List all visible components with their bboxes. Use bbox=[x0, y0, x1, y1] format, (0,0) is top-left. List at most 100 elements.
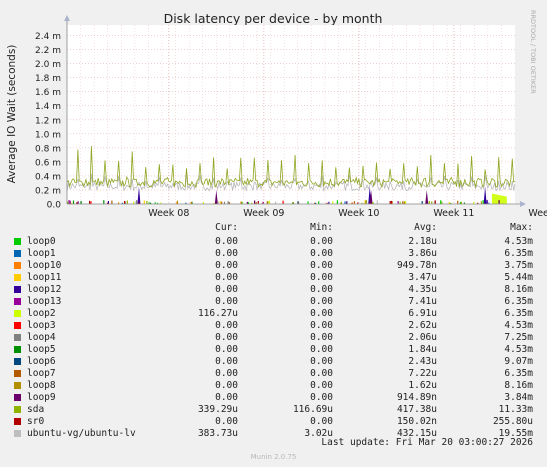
legend-swatch bbox=[14, 238, 21, 245]
baseline-mark bbox=[421, 201, 423, 204]
legend-avg: 150.02n bbox=[396, 416, 437, 427]
legend-label: loop7 bbox=[27, 368, 56, 379]
legend-row: loop11 0.00 0.00 3.47u 5.44m bbox=[0, 272, 547, 284]
legend-row: loop9 0.00 0.00 914.89n 3.84m bbox=[0, 392, 547, 404]
legend-swatch bbox=[14, 406, 21, 413]
legend-cur: 0.00 bbox=[215, 356, 238, 367]
legend-min: 0.00 bbox=[310, 248, 333, 259]
baseline-mark bbox=[389, 201, 391, 204]
legend-max: 4.53m bbox=[504, 344, 533, 355]
legend-min: 0.00 bbox=[310, 284, 333, 295]
legend-cur: 383.73u bbox=[197, 428, 238, 439]
baseline-mark bbox=[457, 200, 459, 204]
legend-min: 0.00 bbox=[310, 308, 333, 319]
legend-cur: 0.00 bbox=[215, 236, 238, 247]
baseline-mark bbox=[90, 201, 92, 204]
legend-label: loop10 bbox=[27, 260, 62, 271]
y-tick-label: 2.0 m bbox=[35, 60, 61, 70]
legend-row: loop12 0.00 0.00 4.35u 8.16m bbox=[0, 284, 547, 296]
legend-min: 0.00 bbox=[310, 344, 333, 355]
legend-min: 0.00 bbox=[310, 236, 333, 247]
y-tick-label: 1.6 m bbox=[35, 88, 61, 98]
legend-max: 7.25m bbox=[504, 332, 533, 343]
legend-row: loop13 0.00 0.00 7.41u 6.35m bbox=[0, 296, 547, 308]
legend-avg: 7.22u bbox=[408, 368, 437, 379]
legend-label: loop0 bbox=[27, 236, 56, 247]
legend-cur: 0.00 bbox=[215, 272, 238, 283]
legend-label: sr0 bbox=[27, 416, 45, 427]
y-tick-label: 1.8 m bbox=[35, 74, 61, 84]
x-tick-label: Week 12 bbox=[528, 208, 547, 219]
legend-swatch bbox=[14, 334, 21, 341]
baseline-mark bbox=[336, 200, 338, 204]
baseline-mark bbox=[69, 200, 71, 204]
legend-min: 0.00 bbox=[310, 260, 333, 271]
legend-swatch bbox=[14, 346, 21, 353]
legend-avg: 4.35u bbox=[408, 284, 437, 295]
legend-cur: 0.00 bbox=[215, 380, 238, 391]
baseline-mark bbox=[107, 201, 109, 204]
baseline-mark bbox=[257, 201, 259, 204]
legend-swatch bbox=[14, 418, 21, 425]
baseline-mark bbox=[77, 201, 79, 204]
legend-max: 3.84m bbox=[504, 392, 533, 403]
munin-version: Munin 2.0.75 bbox=[250, 453, 297, 461]
legend-min: 0.00 bbox=[310, 416, 333, 427]
baseline-mark bbox=[254, 200, 256, 204]
legend-row: sda 339.29u 116.69u 417.38u 11.33m bbox=[0, 404, 547, 416]
legend-min: 0.00 bbox=[310, 296, 333, 307]
legend-row: sr0 0.00 0.00 150.02n 255.80u bbox=[0, 416, 547, 428]
legend-swatch bbox=[14, 394, 21, 401]
legend-swatch bbox=[14, 250, 21, 257]
legend-avg: 7.41u bbox=[408, 296, 437, 307]
y-tick-label: 2.4 m bbox=[35, 32, 61, 42]
legend-swatch bbox=[14, 310, 21, 317]
y-axis-arrow bbox=[64, 15, 70, 21]
legend-min: 0.00 bbox=[310, 368, 333, 379]
baseline-mark bbox=[103, 200, 105, 204]
y-tick-label: 1.2 m bbox=[35, 116, 61, 126]
legend-cur: 0.00 bbox=[215, 368, 238, 379]
baseline-mark bbox=[346, 201, 348, 204]
legend-cur: 0.00 bbox=[215, 248, 238, 259]
baseline-mark bbox=[318, 201, 320, 204]
legend-label: loop9 bbox=[27, 392, 56, 403]
y-tick-label: 0.6 m bbox=[35, 158, 61, 168]
baseline-mark bbox=[80, 201, 82, 204]
rrdtool-credit: RRDTOOL / TOBI OETIKER bbox=[527, 10, 539, 110]
legend-max: 6.35m bbox=[504, 308, 533, 319]
legend-cur: 0.00 bbox=[215, 260, 238, 271]
legend-label: loop11 bbox=[27, 272, 62, 283]
legend-max: 4.53m bbox=[504, 236, 533, 247]
legend-label: loop5 bbox=[27, 344, 56, 355]
legend-avg: 2.62u bbox=[408, 320, 437, 331]
legend-label: loop2 bbox=[27, 308, 56, 319]
legend-min: 0.00 bbox=[310, 356, 333, 367]
header-cur: Cur: bbox=[215, 222, 238, 233]
baseline-mark bbox=[219, 201, 221, 204]
baseline-mark bbox=[135, 201, 137, 204]
y-tick-label: 0.2 m bbox=[35, 186, 61, 196]
baseline-mark bbox=[126, 200, 128, 204]
legend-max: 11.33m bbox=[498, 404, 533, 415]
legend-min: 116.69u bbox=[292, 404, 333, 415]
x-tick-labels: Week 08 Week 09 Week 10 Week 11 Week 12 bbox=[148, 208, 547, 219]
legend-label: loop4 bbox=[27, 332, 56, 343]
baseline-mark bbox=[440, 200, 442, 204]
baseline-mark bbox=[72, 200, 75, 204]
legend-row: loop6 0.00 0.00 2.43u 9.07m bbox=[0, 356, 547, 368]
legend-row: loop10 0.00 0.00 949.78n 3.75m bbox=[0, 260, 547, 272]
legend-swatch bbox=[14, 262, 21, 269]
legend-label: loop3 bbox=[27, 320, 56, 331]
baseline-mark bbox=[297, 201, 299, 204]
y-tick-label: 2.2 m bbox=[35, 46, 61, 56]
x-tick-label: Week 11 bbox=[433, 208, 474, 219]
legend-max: 8.16m bbox=[504, 284, 533, 295]
legend-label: loop1 bbox=[27, 248, 56, 259]
plot-area bbox=[67, 25, 515, 204]
legend-cur: 339.29u bbox=[197, 404, 238, 415]
legend-swatch bbox=[14, 430, 21, 437]
y-tick-label: 1.4 m bbox=[35, 102, 61, 112]
baseline-mark bbox=[143, 200, 145, 204]
legend-avg: 417.38u bbox=[396, 404, 437, 415]
